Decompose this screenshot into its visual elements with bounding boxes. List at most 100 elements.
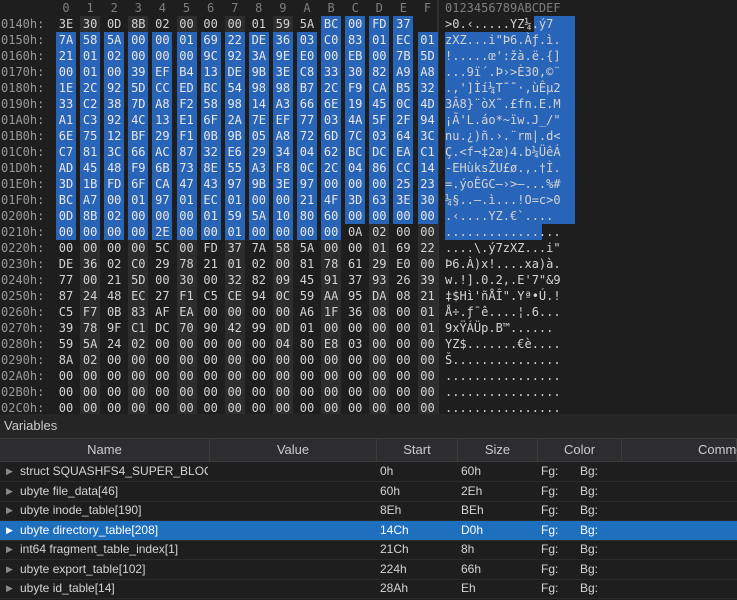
hex-byte[interactable]: 00 [152, 352, 172, 368]
hex-byte[interactable]: 0C [393, 96, 414, 112]
hex-byte[interactable]: 9F [104, 320, 124, 336]
hex-byte[interactable]: E1 [176, 112, 197, 128]
hex-byte[interactable]: EC [128, 288, 149, 304]
hex-byte[interactable]: 3E [393, 192, 414, 208]
hex-byte[interactable]: 02 [128, 336, 149, 352]
hex-byte[interactable]: 7A [56, 32, 76, 48]
hex-byte[interactable]: 62 [321, 144, 342, 160]
hex-byte[interactable]: 00 [393, 336, 413, 352]
hex-byte[interactable]: 43 [200, 176, 221, 192]
hex-byte[interactable]: 66 [297, 96, 317, 112]
hex-byte[interactable]: BC [200, 80, 221, 96]
hex-byte[interactable]: 9B [248, 64, 269, 80]
hex-byte[interactable]: 37 [224, 240, 245, 256]
hex-byte[interactable]: 3E [56, 16, 76, 32]
hex-row[interactable]: 0240h: 77 00 21 5D 00 30 00 32 82 09 45 91 37 93 26 39 w.… [0, 272, 737, 288]
hex-byte[interactable]: 29 [152, 256, 172, 272]
hex-byte[interactable]: 12 [104, 128, 125, 144]
hex-byte[interactable]: DE [224, 64, 245, 80]
hex-byte[interactable]: 25 [393, 176, 414, 192]
expand-chevron-icon[interactable]: ▶ [6, 501, 13, 520]
hex-byte[interactable]: 00 [176, 400, 197, 414]
hex-byte[interactable]: 00 [345, 384, 365, 400]
hex-byte[interactable]: 00 [128, 400, 149, 414]
hex-byte[interactable]: C3 [80, 112, 101, 128]
hex-byte[interactable]: 00 [224, 400, 245, 414]
hex-byte[interactable]: A8 [272, 128, 293, 144]
hex-byte[interactable]: C5 [56, 304, 76, 320]
hex-byte[interactable]: 13 [152, 112, 173, 128]
hex-byte[interactable]: 58 [200, 96, 221, 112]
hex-byte[interactable]: 00 [417, 352, 438, 368]
hex-byte[interactable]: C8 [297, 64, 317, 80]
hex-byte[interactable]: 00 [201, 336, 221, 352]
hex-byte[interactable]: 00 [200, 224, 221, 240]
hex-byte[interactable]: 02 [104, 208, 125, 224]
hex-byte[interactable]: AC [152, 144, 173, 160]
hex-byte[interactable]: C7 [56, 144, 76, 160]
hex-row-ascii[interactable]: ¼§..—.ì...!O=c>0 [445, 192, 575, 208]
hex-byte[interactable]: 48 [104, 288, 124, 304]
hex-byte[interactable]: 42 [224, 320, 245, 336]
column-header-start[interactable]: Start [377, 439, 458, 461]
hex-byte[interactable]: 00 [128, 48, 149, 64]
hex-byte[interactable]: 39 [128, 64, 149, 80]
hex-byte[interactable]: 00 [321, 352, 342, 368]
hex-byte[interactable]: 94 [417, 112, 438, 128]
hex-byte[interactable]: 03 [297, 32, 317, 48]
hex-byte[interactable]: 8B [80, 208, 101, 224]
hex-byte[interactable]: 59 [297, 288, 317, 304]
hex-byte[interactable]: 00 [393, 320, 413, 336]
hex-byte[interactable]: 00 [176, 352, 197, 368]
hex-byte[interactable]: 00 [393, 352, 413, 368]
hex-byte[interactable]: 01 [128, 192, 149, 208]
hex-byte[interactable]: 01 [80, 64, 101, 80]
hex-byte[interactable]: 23 [417, 176, 438, 192]
hex-byte[interactable]: 55 [224, 160, 245, 176]
hex-row-ascii[interactable]: ................ [445, 368, 575, 384]
hex-byte[interactable]: 75 [80, 128, 101, 144]
hex-byte[interactable]: 00 [321, 320, 342, 336]
hex-byte[interactable]: 69 [393, 240, 413, 256]
hex-byte[interactable]: 36 [80, 256, 101, 272]
hex-byte[interactable]: 00 [417, 208, 438, 224]
hex-byte[interactable]: 00 [104, 64, 125, 80]
hex-byte[interactable]: C1 [417, 144, 438, 160]
hex-byte[interactable]: 00 [128, 240, 149, 256]
hex-byte[interactable]: 54 [224, 80, 245, 96]
hex-byte[interactable]: 00 [152, 32, 173, 48]
hex-byte[interactable]: 00 [128, 352, 149, 368]
hex-byte[interactable]: 0D [56, 208, 76, 224]
hex-byte[interactable]: 00 [321, 384, 342, 400]
hex-byte[interactable]: 00 [249, 400, 269, 414]
hex-byte[interactable]: 32 [200, 144, 221, 160]
hex-byte[interactable]: 90 [201, 320, 221, 336]
hex-byte[interactable]: 00 [345, 368, 365, 384]
hex-byte[interactable]: 32 [224, 272, 245, 288]
hex-byte[interactable]: 00 [345, 176, 366, 192]
hex-byte[interactable]: BF [128, 128, 149, 144]
hex-byte[interactable]: F7 [80, 304, 101, 320]
hex-byte[interactable]: 02 [104, 48, 125, 64]
hex-byte[interactable]: 0A [345, 224, 365, 240]
hex-byte[interactable]: 01 [249, 16, 269, 32]
hex-byte[interactable]: 01 [224, 224, 245, 240]
hex-byte[interactable]: DE [248, 32, 269, 48]
hex-byte[interactable]: 82 [369, 64, 390, 80]
hex-byte[interactable]: 45 [369, 96, 390, 112]
hex-byte[interactable]: 00 [128, 224, 149, 240]
hex-byte[interactable]: 80 [297, 336, 317, 352]
hex-byte[interactable]: A3 [248, 160, 269, 176]
hex-byte[interactable]: 6D [321, 128, 342, 144]
hex-byte[interactable]: 00 [152, 272, 172, 288]
hex-byte[interactable]: 5D [417, 48, 438, 64]
hex-byte[interactable]: E0 [297, 48, 317, 64]
hex-byte[interactable]: 3C [417, 128, 438, 144]
hex-byte[interactable]: 00 [201, 304, 221, 320]
expand-chevron-icon[interactable]: ▶ [6, 579, 13, 598]
hex-byte[interactable]: 00 [56, 368, 76, 384]
hex-row[interactable]: 01E0h: 3D 1B FD 6F CA 47 43 97 9B 3E 97 00 00 00 25 23 =.… [0, 176, 737, 192]
hex-row[interactable]: 01B0h: 6E 75 12 BF 29 F1 0B 9B 05 A8 72 6D 7C 03 64 3C nu… [0, 128, 737, 144]
hex-byte[interactable]: 58 [80, 32, 101, 48]
hex-byte[interactable]: 60 [321, 208, 342, 224]
